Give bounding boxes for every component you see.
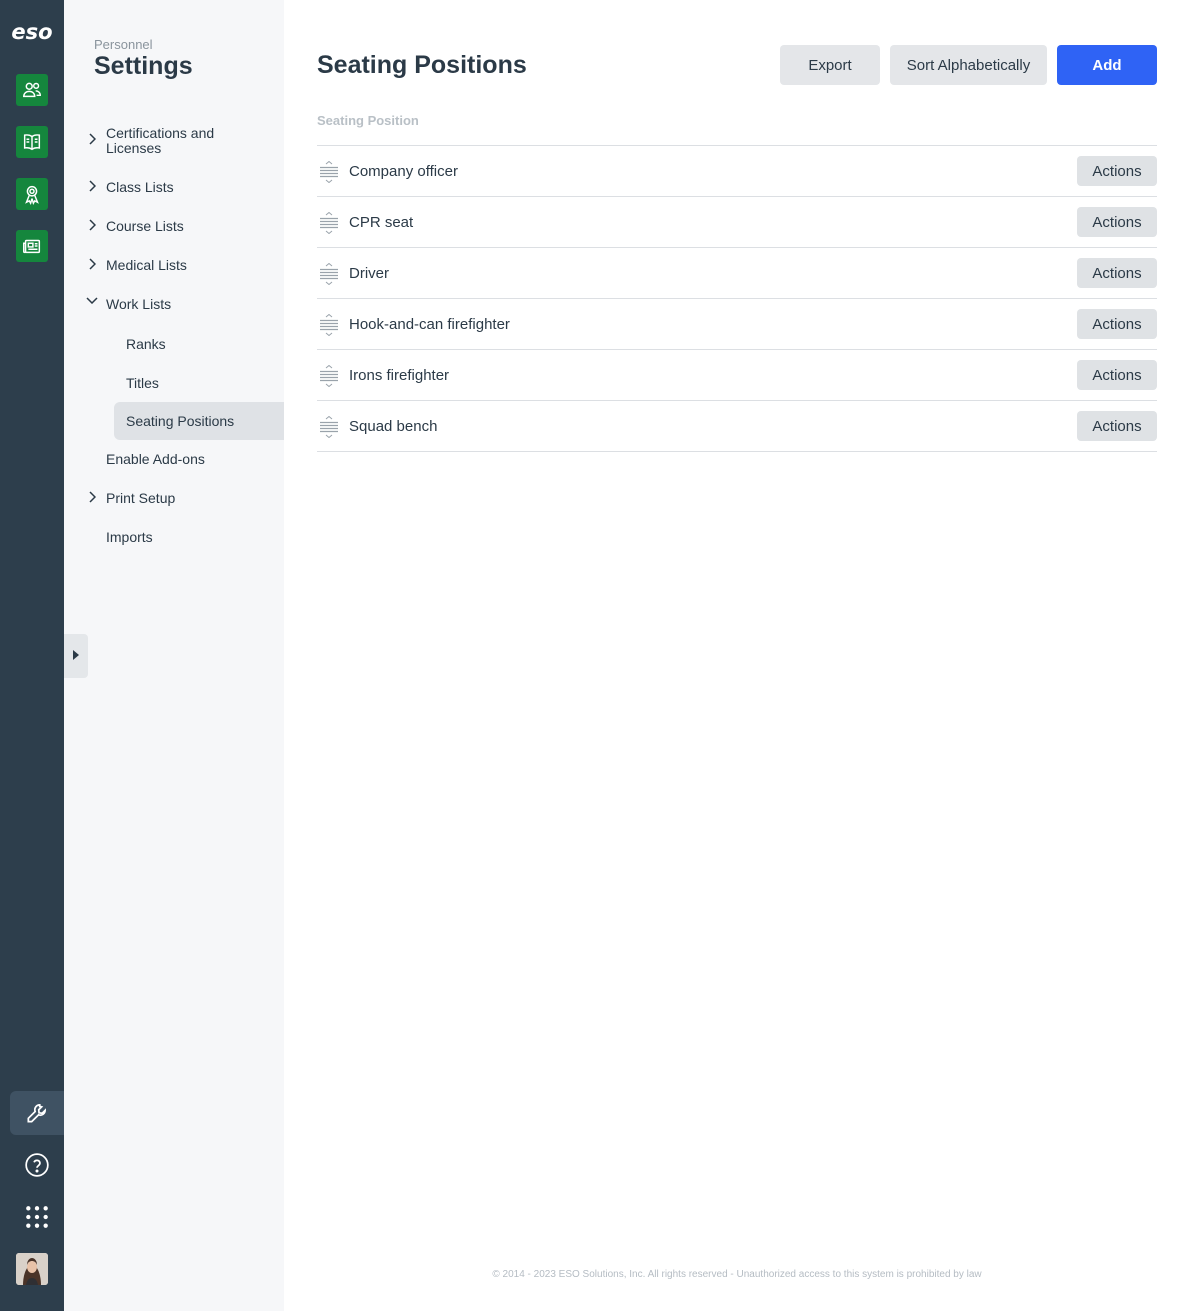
actions-button[interactable]: Actions (1077, 309, 1157, 339)
settings-nav: Personnel Settings Certifications and Li… (64, 0, 284, 1311)
nav-item-label: Class Lists (106, 179, 174, 195)
table-row: CPR seat Actions (317, 197, 1157, 248)
chevron-right-icon (86, 490, 98, 504)
export-button[interactable]: Export (780, 45, 880, 85)
table-row: Company officer Actions (317, 146, 1157, 197)
row-label: Irons firefighter (349, 366, 450, 384)
nav-eyebrow: Personnel (94, 37, 153, 52)
nav-item-label: Work Lists (106, 296, 172, 312)
drag-handle-icon[interactable] (319, 160, 339, 184)
actions-button[interactable]: Actions (1077, 411, 1157, 441)
app-grid-icon[interactable] (10, 1195, 64, 1239)
drag-handle-icon[interactable] (319, 415, 339, 439)
chevron-right-icon (86, 257, 98, 271)
nav-item-label: Certifications and (106, 125, 215, 141)
row-label: Hook-and-can firefighter (349, 315, 510, 333)
award-ribbon-icon[interactable] (16, 178, 48, 210)
help-circle-icon[interactable] (10, 1143, 64, 1187)
row-label: Company officer (349, 162, 458, 180)
nav-item-enable-add-ons[interactable]: Enable Add-ons (106, 452, 205, 467)
news-id-icon[interactable] (16, 230, 48, 262)
nav-item-label: Enable Add-ons (106, 451, 205, 467)
chevron-down-icon (86, 293, 98, 307)
nav-item-label: Licenses (106, 140, 162, 156)
nav-item-label: Print Setup (106, 490, 176, 506)
nav-title: Settings (94, 52, 193, 80)
actions-button[interactable]: Actions (1077, 258, 1157, 288)
seating-position-list: Company officer Actions CPR seat Actions… (317, 145, 1157, 452)
nav-item-print-setup[interactable]: Print Setup (89, 490, 176, 506)
nav-item-course-lists[interactable]: Course Lists (89, 218, 184, 234)
table-row: Irons firefighter Actions (317, 350, 1157, 401)
nav-item-label: Course Lists (106, 218, 184, 234)
nav-sub-item-ranks[interactable]: Ranks (126, 336, 166, 352)
nav-item-label: Imports (106, 529, 153, 545)
actions-button[interactable]: Actions (1077, 207, 1157, 237)
nav-item-class-lists[interactable]: Class Lists (89, 179, 174, 195)
table-row: Driver Actions (317, 248, 1157, 299)
chevron-right-icon (86, 179, 98, 193)
nav-item-imports[interactable]: Imports (106, 530, 153, 545)
wrench-icon[interactable] (10, 1091, 64, 1135)
app-rail: eso (0, 0, 64, 1311)
nav-item-medical-lists[interactable]: Medical Lists (89, 257, 187, 273)
column-header-seating-position: Seating Position (317, 113, 419, 128)
nav-item-certifications-and-licenses[interactable]: Certifications and Licenses (89, 125, 215, 156)
actions-button[interactable]: Actions (1077, 360, 1157, 390)
chevron-right-icon (86, 132, 98, 146)
book-icon[interactable] (16, 126, 48, 158)
drag-handle-icon[interactable] (319, 262, 339, 286)
chevron-right-icon (86, 218, 98, 232)
add-button[interactable]: Add (1057, 45, 1157, 85)
avatar[interactable] (16, 1253, 48, 1285)
drag-handle-icon[interactable] (319, 211, 339, 235)
actions-button[interactable]: Actions (1077, 156, 1157, 186)
eso-logo[interactable]: eso (8, 20, 56, 44)
row-label: Driver (349, 264, 389, 282)
table-row: Hook-and-can firefighter Actions (317, 299, 1157, 350)
people-icon[interactable] (16, 74, 48, 106)
nav-sub-item-titles[interactable]: Titles (126, 375, 159, 391)
drag-handle-icon[interactable] (319, 313, 339, 337)
nav-item-work-lists[interactable]: Work Lists (86, 296, 172, 312)
footer-copyright: © 2014 - 2023 ESO Solutions, Inc. All ri… (492, 1269, 982, 1280)
nav-sub-item-seating-positions[interactable]: Seating Positions (114, 402, 284, 440)
row-label: Squad bench (349, 417, 438, 435)
table-row: Squad bench Actions (317, 401, 1157, 452)
sort-alphabetically-button[interactable]: Sort Alphabetically (890, 45, 1047, 85)
page-title: Seating Positions (317, 51, 527, 79)
nav-sub-item-label: Seating Positions (126, 413, 235, 429)
drag-handle-icon[interactable] (319, 364, 339, 388)
nav-item-label: Medical Lists (106, 257, 187, 273)
caret-right-icon (73, 647, 79, 665)
row-label: CPR seat (349, 213, 414, 231)
nav-collapse-toggle[interactable] (64, 634, 88, 678)
